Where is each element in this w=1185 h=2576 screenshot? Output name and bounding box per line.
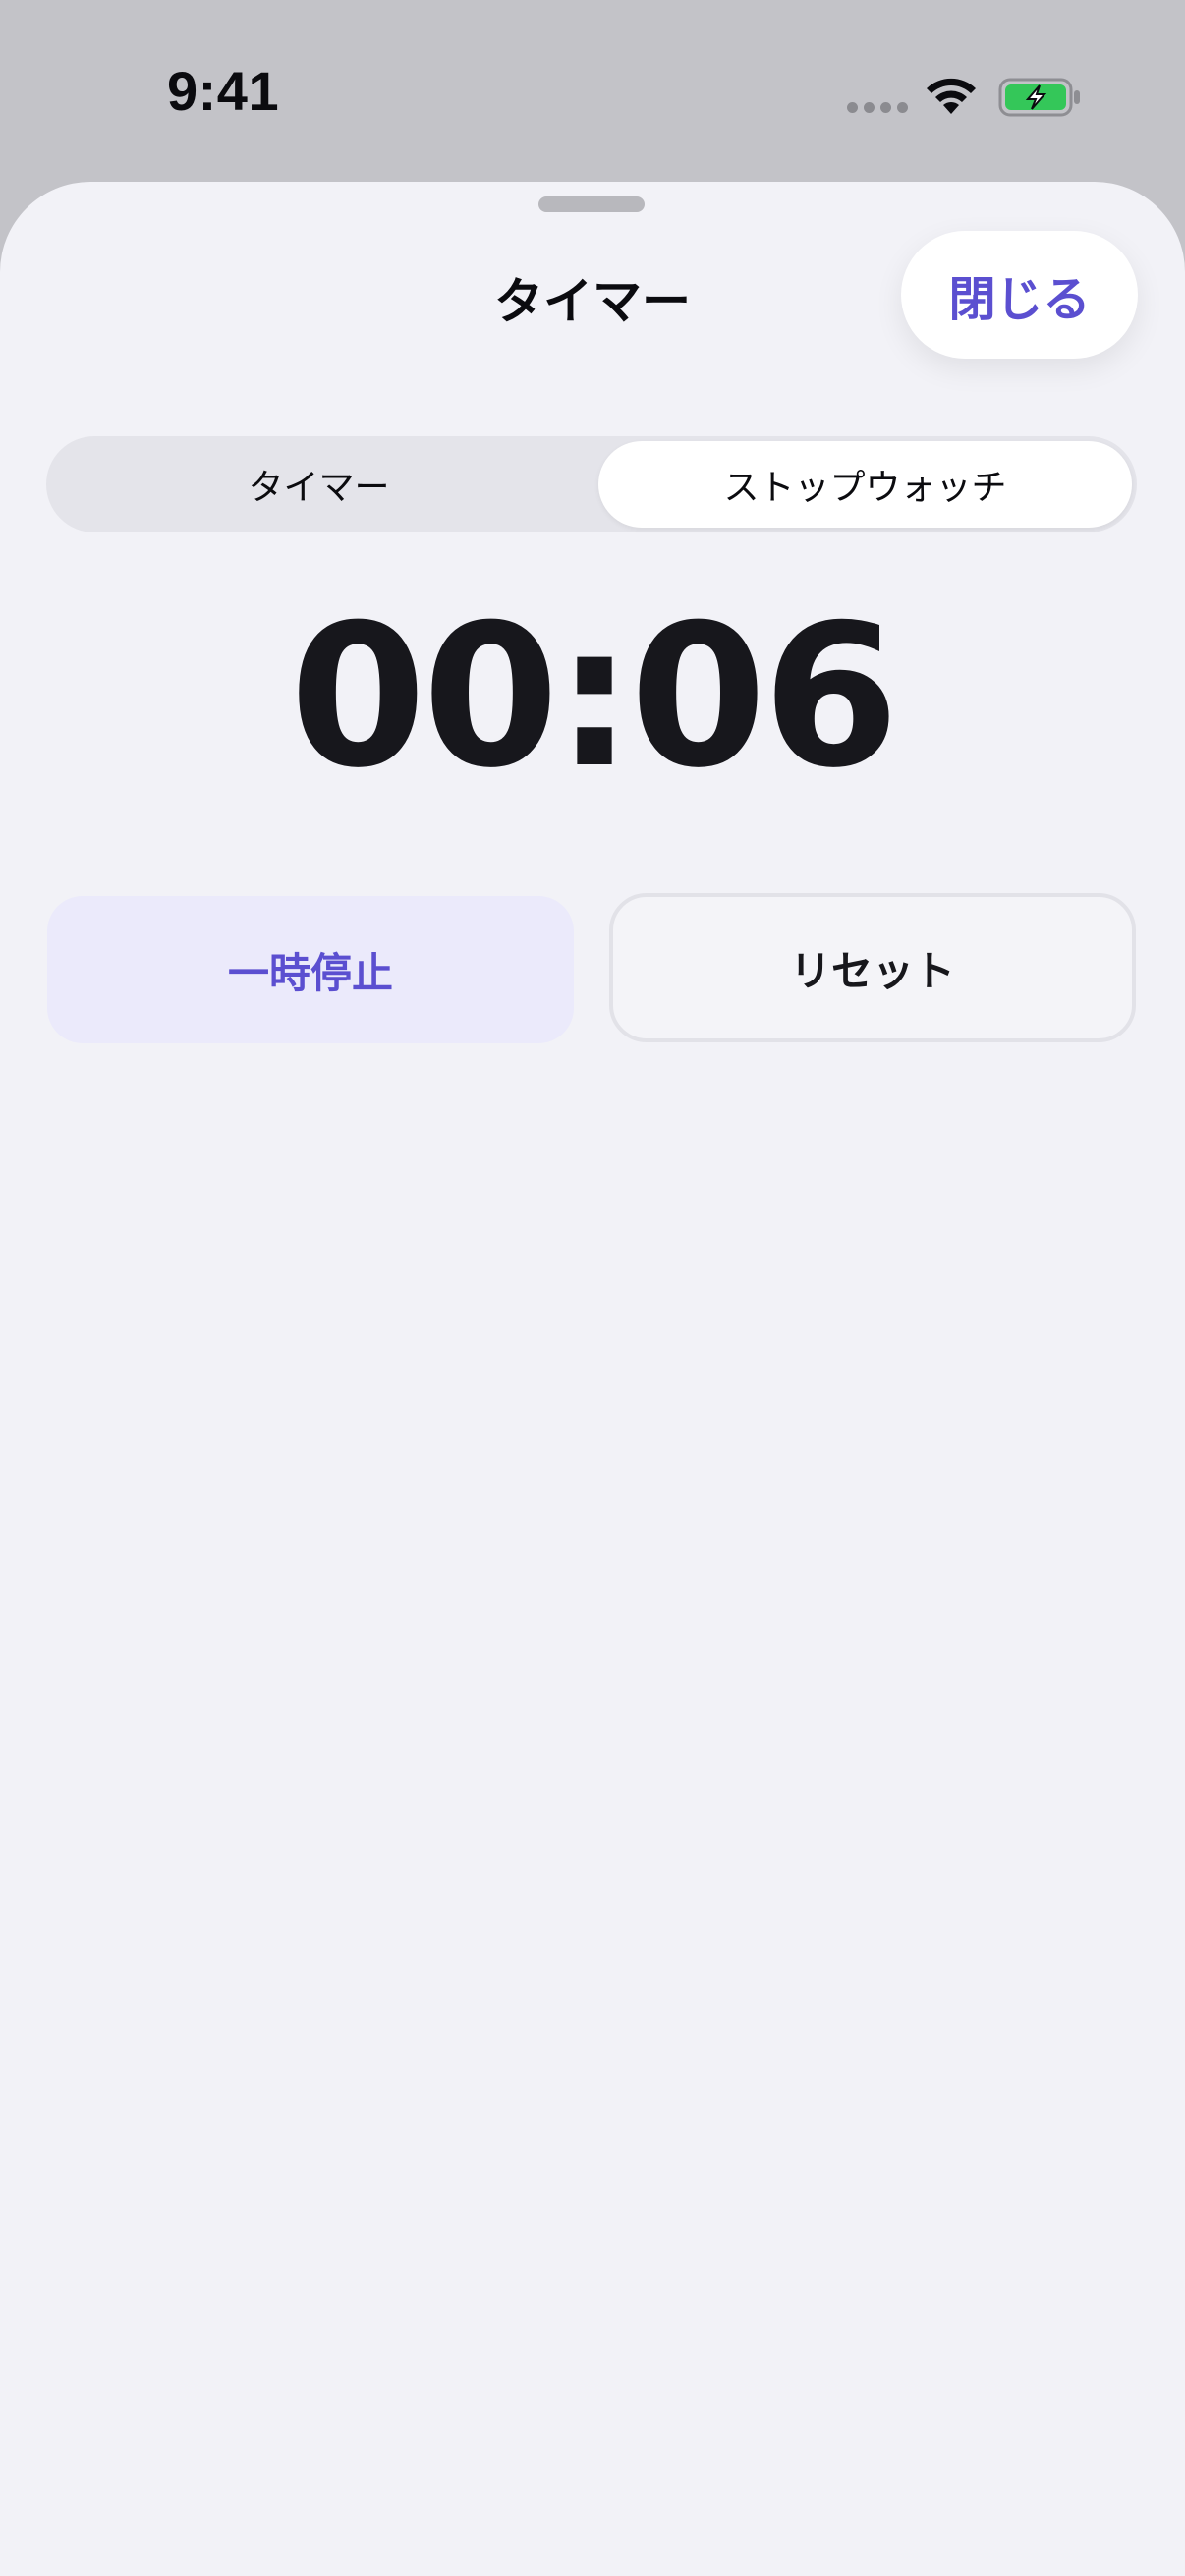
- elapsed-time-display: 00:06: [289, 583, 900, 812]
- reset-button[interactable]: リセット: [609, 893, 1136, 1042]
- segment-timer[interactable]: タイマー: [51, 441, 587, 528]
- status-time: 9:41: [167, 60, 280, 122]
- sheet-grabber[interactable]: [538, 196, 645, 212]
- wifi-icon: [927, 78, 976, 114]
- timer-sheet: タイマー 閉じる タイマー ストップウォッチ 00:06 一時停止 リセット: [0, 182, 1185, 2576]
- screen: 9:41 タイマー 閉じる タイマー ストップウォッチ 00:06 一時停止 リ…: [0, 0, 1185, 2576]
- pause-button[interactable]: 一時停止: [47, 896, 574, 1043]
- status-bar: 9:41: [0, 0, 1185, 182]
- battery-charging-icon: [998, 78, 1080, 117]
- segment-stopwatch[interactable]: ストップウォッチ: [598, 441, 1132, 528]
- mode-segmented-control: タイマー ストップウォッチ: [46, 436, 1137, 532]
- cellular-signal-icon: [847, 102, 908, 113]
- close-button[interactable]: 閉じる: [901, 231, 1138, 359]
